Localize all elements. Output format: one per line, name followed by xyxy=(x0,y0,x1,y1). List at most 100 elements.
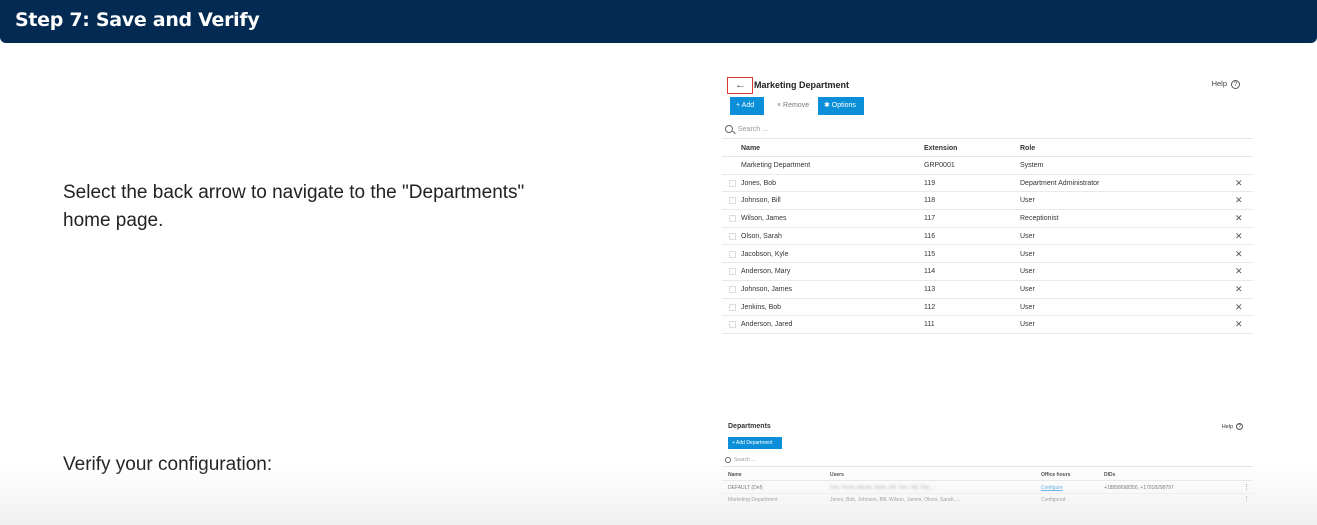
table-row[interactable]: Anderson, Mary 114 User ✕ xyxy=(722,263,1253,281)
add-department-button[interactable]: + Add Department xyxy=(728,437,782,449)
cell-role: Receptionist xyxy=(1020,215,1059,223)
row-checkbox[interactable] xyxy=(729,303,736,311)
cell-name[interactable]: DEFAULT (Def) xyxy=(728,482,763,494)
column-dids[interactable]: DIDs xyxy=(1104,469,1115,481)
remove-icon[interactable]: ✕ xyxy=(1235,192,1243,209)
column-name[interactable]: Name xyxy=(728,469,742,481)
row-checkbox[interactable] xyxy=(729,232,736,240)
table-row[interactable]: Johnson, James 113 User ✕ xyxy=(722,281,1253,299)
table-row[interactable]: Jacobson, Kyle 115 User ✕ xyxy=(722,246,1253,264)
back-arrow-icon[interactable]: ← xyxy=(735,79,746,91)
remove-icon[interactable]: ✕ xyxy=(1235,316,1243,333)
cell-role: User xyxy=(1020,250,1035,258)
row-checkbox[interactable] xyxy=(729,250,736,258)
cell-extension: 114 xyxy=(924,268,936,276)
instruction-back-arrow: Select the back arrow to navigate to the… xyxy=(63,182,525,231)
remove-icon[interactable]: ✕ xyxy=(1235,228,1243,245)
table-header: Name Users Office hours DIDs xyxy=(722,469,1253,481)
step-title: Step 7: Save and Verify xyxy=(15,9,260,31)
search-icon xyxy=(725,125,733,133)
cell-name: Jenkins, Bob xyxy=(741,303,782,311)
add-button[interactable]: + Add xyxy=(730,97,764,115)
cell-name: Marketing Department xyxy=(741,162,811,169)
cell-dids: +18558698350, +17018299797 xyxy=(1104,485,1174,491)
table-row[interactable]: Wilson, James 117 Receptionist ✕ xyxy=(722,210,1253,228)
row-checkbox[interactable] xyxy=(729,321,736,329)
table-header: Name Extension Role xyxy=(722,140,1253,157)
cell-extension: 119 xyxy=(924,179,936,187)
dept-detail-screenshot: ← Marketing Department Help? + Add × Rem… xyxy=(722,74,1253,336)
cell-users: Jones, Bob, Johnson, Bill, Wilson, James… xyxy=(830,497,961,503)
step-header: Step 7: Save and Verify xyxy=(0,0,1317,43)
cell-role: User xyxy=(1020,285,1035,293)
cell-extension: 116 xyxy=(924,232,936,240)
help-label[interactable]: Help xyxy=(1212,79,1227,88)
column-name[interactable]: Name xyxy=(741,140,760,157)
more-options-icon[interactable]: ⋮ xyxy=(1243,494,1250,506)
cell-extension: 117 xyxy=(924,215,936,223)
row-checkbox[interactable] xyxy=(729,285,736,293)
cell-role: User xyxy=(1020,268,1035,276)
cell-name: Johnson, James xyxy=(741,285,792,293)
table-row[interactable]: Jenkins, Bob 112 User ✕ xyxy=(722,299,1253,317)
help-icon[interactable]: ? xyxy=(1236,423,1243,430)
row-checkbox[interactable] xyxy=(729,179,736,187)
cell-name: Wilson, James xyxy=(741,215,787,223)
row-checkbox[interactable] xyxy=(729,197,736,205)
table-row[interactable]: DEFAULT (Def) Doe, Frank, Abram, Bella, H… xyxy=(722,482,1253,494)
remove-icon[interactable]: ✕ xyxy=(1235,246,1243,263)
departments-title: Departments xyxy=(728,423,771,430)
departments-screenshot: Departments Help? + Add Department Searc… xyxy=(722,420,1253,510)
help-link[interactable]: Help? xyxy=(1222,423,1243,430)
row-checkbox[interactable] xyxy=(729,215,736,223)
table-row[interactable]: Marketing Department Jones, Bob, Johnson,… xyxy=(722,494,1253,506)
table-row[interactable]: Olson, Sarah 116 User ✕ xyxy=(722,228,1253,246)
column-role[interactable]: Role xyxy=(1020,140,1035,157)
table-row[interactable]: Jones, Bob 119 Department Administrator ✕ xyxy=(722,175,1253,193)
table-row[interactable]: Anderson, Jared 111 User ✕ xyxy=(722,316,1253,334)
help-icon[interactable]: ? xyxy=(1231,80,1240,89)
dept-detail-title: Marketing Department xyxy=(754,80,850,90)
help-link[interactable]: Help? xyxy=(1212,79,1240,89)
search-input[interactable]: Search ... xyxy=(722,454,1253,467)
cell-role: User xyxy=(1020,197,1035,205)
row-checkbox[interactable] xyxy=(729,268,736,276)
cell-name: Johnson, Bill xyxy=(741,197,781,205)
column-office-hours[interactable]: Office hours xyxy=(1041,469,1070,481)
cell-extension: 118 xyxy=(924,197,936,205)
options-button[interactable]: ✱ Options xyxy=(818,97,864,115)
column-users[interactable]: Users xyxy=(830,469,844,481)
cell-office-hours: Configured xyxy=(1041,497,1066,503)
remove-icon[interactable]: ✕ xyxy=(1235,175,1243,192)
instruction-verify: Verify your configuration: xyxy=(63,454,273,475)
cell-role: User xyxy=(1020,321,1035,329)
remove-icon[interactable]: ✕ xyxy=(1235,210,1243,227)
more-options-icon[interactable]: ⋮ xyxy=(1243,482,1250,494)
cell-extension: 115 xyxy=(924,250,936,258)
cell-name[interactable]: Marketing Department xyxy=(728,494,777,506)
column-extension[interactable]: Extension xyxy=(924,140,957,157)
cell-extension: GRP0001 xyxy=(924,162,955,169)
remove-icon[interactable]: ✕ xyxy=(1235,281,1243,298)
back-arrow-highlight[interactable]: ← xyxy=(727,77,753,94)
table-row[interactable]: Johnson, Bill 118 User ✕ xyxy=(722,192,1253,211)
configure-link[interactable]: Configure xyxy=(1041,482,1063,494)
search-input[interactable]: Search ... xyxy=(722,121,1253,139)
cell-extension: 112 xyxy=(924,303,936,311)
cell-users: Doe, Frank, Abram, Bella, Hill, Tom, Hil… xyxy=(830,485,937,491)
cell-name: Olson, Sarah xyxy=(741,232,782,240)
remove-button[interactable]: × Remove xyxy=(771,97,817,115)
search-icon xyxy=(725,457,731,463)
search-placeholder: Search ... xyxy=(738,126,768,133)
search-placeholder: Search ... xyxy=(734,457,756,463)
cell-role: User xyxy=(1020,303,1035,311)
remove-icon[interactable]: ✕ xyxy=(1235,263,1243,280)
cell-name: Jones, Bob xyxy=(741,179,777,187)
table-row[interactable]: Marketing Department GRP0001 System xyxy=(722,157,1253,175)
cell-name: Anderson, Mary xyxy=(741,268,791,276)
cell-role: User xyxy=(1020,232,1035,240)
remove-icon[interactable]: ✕ xyxy=(1235,299,1243,316)
cell-name: Jacobson, Kyle xyxy=(741,250,789,258)
cell-role: Department Administrator xyxy=(1020,179,1100,187)
help-label[interactable]: Help xyxy=(1222,424,1233,430)
